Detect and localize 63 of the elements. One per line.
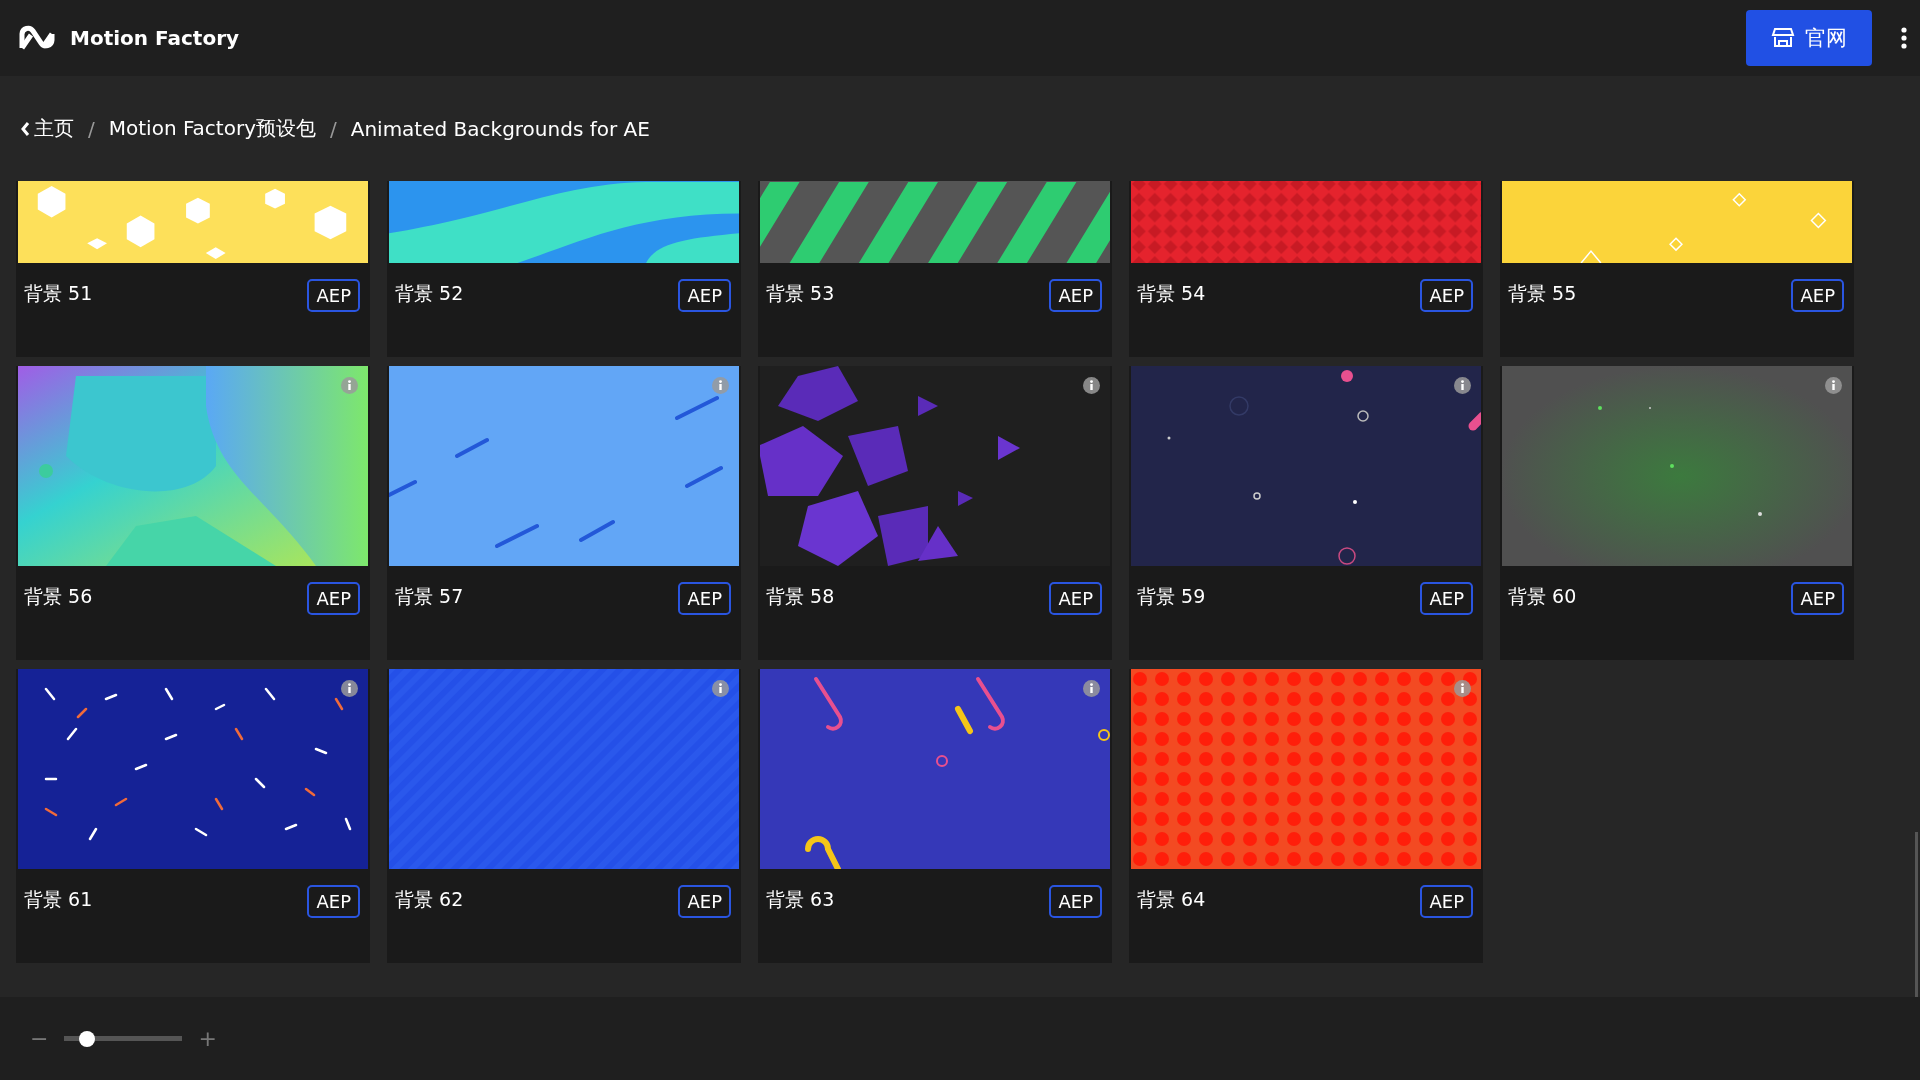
format-tag: AEP bbox=[307, 582, 360, 615]
breadcrumb-separator: / bbox=[88, 116, 95, 141]
template-card[interactable]: 背景 62 AEP bbox=[387, 669, 741, 963]
format-tag: AEP bbox=[1420, 582, 1473, 615]
template-card[interactable]: 背景 61 AEP bbox=[16, 669, 370, 963]
info-icon[interactable] bbox=[1083, 377, 1100, 394]
template-card[interactable]: 背景 52 AEP bbox=[387, 181, 741, 357]
more-icon[interactable] bbox=[1900, 26, 1908, 50]
card-title: 背景 52 bbox=[395, 281, 464, 306]
template-card[interactable]: 背景 60 AEP bbox=[1500, 366, 1854, 660]
card-title: 背景 51 bbox=[24, 281, 93, 306]
format-tag: AEP bbox=[307, 279, 360, 312]
card-title: 背景 53 bbox=[766, 281, 835, 306]
logo-icon bbox=[18, 24, 56, 52]
format-tag: AEP bbox=[678, 582, 731, 615]
template-card[interactable]: 背景 57 AEP bbox=[387, 366, 741, 660]
format-tag: AEP bbox=[678, 279, 731, 312]
card-title: 背景 59 bbox=[1137, 584, 1206, 609]
card-title: 背景 54 bbox=[1137, 281, 1206, 306]
info-icon[interactable] bbox=[1454, 377, 1471, 394]
format-tag: AEP bbox=[678, 885, 731, 918]
card-title: 背景 55 bbox=[1508, 281, 1577, 306]
format-tag: AEP bbox=[1791, 279, 1844, 312]
breadcrumb-current: Animated Backgrounds for AE bbox=[350, 116, 650, 141]
slider-thumb[interactable] bbox=[79, 1030, 96, 1047]
template-card[interactable]: 背景 59 AEP bbox=[1129, 366, 1483, 660]
card-title: 背景 58 bbox=[766, 584, 835, 609]
format-tag: AEP bbox=[307, 885, 360, 918]
card-title: 背景 56 bbox=[24, 584, 93, 609]
template-card[interactable]: 背景 55 AEP bbox=[1500, 181, 1854, 357]
breadcrumb-link[interactable]: Motion Factory预设包 bbox=[108, 115, 316, 142]
card-title: 背景 57 bbox=[395, 584, 464, 609]
card-title: 背景 63 bbox=[766, 887, 835, 912]
chevron-left-icon bbox=[20, 120, 30, 137]
info-icon[interactable] bbox=[341, 680, 358, 697]
zoom-out-button[interactable]: − bbox=[30, 1026, 49, 1051]
format-tag: AEP bbox=[1420, 279, 1473, 312]
scrollbar-thumb[interactable] bbox=[1915, 832, 1918, 997]
breadcrumb-separator: / bbox=[329, 116, 337, 141]
format-tag: AEP bbox=[1791, 582, 1844, 615]
zoom-in-button[interactable]: + bbox=[198, 1026, 217, 1051]
app-title: Motion Factory bbox=[70, 26, 240, 50]
breadcrumb-link[interactable]: 主页 bbox=[20, 115, 74, 142]
template-card[interactable]: 背景 58 AEP bbox=[758, 366, 1112, 660]
info-icon[interactable] bbox=[1825, 377, 1842, 394]
template-card[interactable]: 背景 53 AEP bbox=[758, 181, 1112, 357]
template-card[interactable]: 背景 56 AEP bbox=[16, 366, 370, 660]
format-tag: AEP bbox=[1049, 885, 1102, 918]
format-tag: AEP bbox=[1049, 279, 1102, 312]
website-button[interactable]: 官网 bbox=[1746, 10, 1872, 66]
card-title: 背景 62 bbox=[395, 887, 464, 912]
template-card[interactable]: 背景 63 AEP bbox=[758, 669, 1112, 963]
info-icon[interactable] bbox=[1083, 680, 1100, 697]
info-icon[interactable] bbox=[712, 680, 729, 697]
template-card[interactable]: 背景 54 AEP bbox=[1129, 181, 1483, 357]
card-title: 背景 64 bbox=[1137, 887, 1206, 912]
card-title: 背景 60 bbox=[1508, 584, 1577, 609]
template-card[interactable]: 背景 64 AEP bbox=[1129, 669, 1483, 963]
template-card[interactable]: 背景 51 AEP bbox=[16, 181, 370, 357]
store-icon bbox=[1771, 26, 1795, 50]
format-tag: AEP bbox=[1420, 885, 1473, 918]
format-tag: AEP bbox=[1049, 582, 1102, 615]
card-title: 背景 61 bbox=[24, 887, 93, 912]
